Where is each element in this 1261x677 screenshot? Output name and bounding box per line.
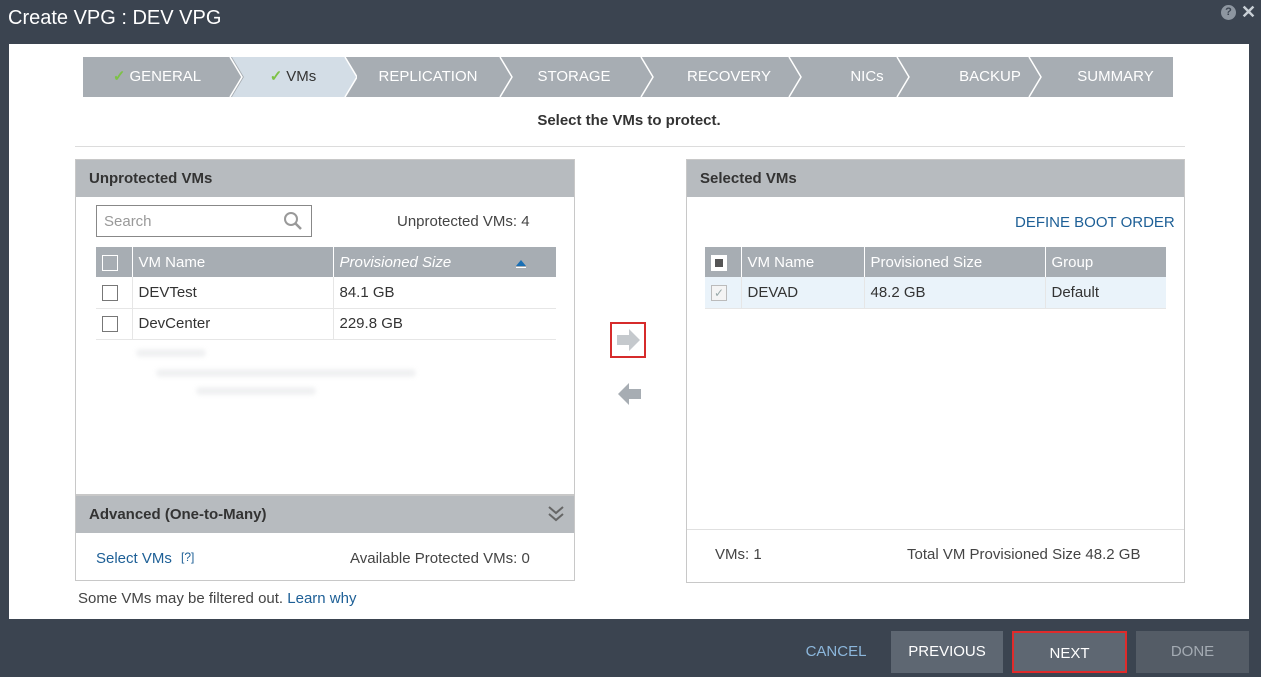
- step-separator: [891, 57, 913, 97]
- select-all-checkbox[interactable]: [711, 254, 727, 271]
- instruction-text: Select the VMs to protect.: [537, 112, 721, 129]
- selected-vms-title: Selected VMs: [687, 160, 1184, 197]
- unprotected-vms-title: Unprotected VMs: [76, 160, 574, 197]
- column-vm-name[interactable]: VM Name: [741, 247, 865, 277]
- step-separator: [222, 57, 244, 97]
- filtered-note: Some VMs may be filtered out. Learn why: [78, 590, 357, 607]
- step-vms[interactable]: ✓ VMs: [243, 57, 343, 97]
- search-input[interactable]: Search: [96, 205, 312, 237]
- vm-name-cell: DEVTest: [132, 277, 334, 309]
- selected-vms-table: VM Name Provisioned Size Group ✓ DEVAD 4…: [705, 247, 1166, 309]
- check-icon: ✓: [269, 68, 283, 85]
- obscured-rows: [96, 345, 536, 405]
- step-replication[interactable]: REPLICATION: [358, 57, 498, 97]
- unprotected-count: Unprotected VMs: 4: [397, 213, 530, 230]
- available-protected-count: Available Protected VMs: 0: [350, 550, 530, 567]
- select-all-checkbox-cell[interactable]: [96, 247, 133, 277]
- done-button[interactable]: DONE: [1136, 631, 1249, 673]
- total-provisioned-size: Total VM Provisioned Size 48.2 GB: [907, 546, 1141, 563]
- vm-size-cell: 229.8 GB: [333, 308, 556, 340]
- row-checkbox-cell[interactable]: [96, 308, 133, 340]
- wizard-content: ✓ GENERAL ✓ VMs REPLICATION STORAGE RECOVE…: [9, 44, 1249, 619]
- remove-vm-button[interactable]: [614, 378, 650, 414]
- row-checkbox[interactable]: [102, 316, 118, 333]
- step-storage[interactable]: STORAGE: [513, 57, 635, 97]
- selected-vms-panel: Selected VMs DEFINE BOOT ORDER VM Name P…: [686, 159, 1185, 583]
- column-provisioned-size[interactable]: Provisioned Size: [333, 247, 556, 277]
- help-link[interactable]: [?]: [181, 550, 194, 564]
- close-icon[interactable]: ✕: [1241, 2, 1256, 22]
- next-button[interactable]: NEXT: [1012, 631, 1127, 673]
- column-vm-name[interactable]: VM Name: [132, 247, 334, 277]
- row-checkbox-cell[interactable]: [96, 277, 133, 309]
- row-checkbox-checked[interactable]: ✓: [711, 284, 727, 301]
- vm-size-cell: 84.1 GB: [333, 277, 556, 309]
- table-row[interactable]: DEVTest 84.1 GB: [96, 277, 556, 309]
- unprotected-vms-panel: Unprotected VMs Search Unprotected VMs: …: [75, 159, 575, 495]
- table-header: VM Name Provisioned Size: [96, 247, 556, 277]
- advanced-panel: Advanced (One-to-Many) Select VMs [?] Av…: [75, 495, 575, 581]
- cancel-button[interactable]: CANCEL: [791, 631, 881, 673]
- vm-group-cell: Default: [1045, 277, 1166, 309]
- search-icon[interactable]: [283, 211, 303, 231]
- add-vm-button[interactable]: [610, 322, 646, 358]
- vm-size-cell: 48.2 GB: [864, 277, 1046, 309]
- step-summary[interactable]: SUMMARY: [1058, 57, 1173, 97]
- step-recovery[interactable]: RECOVERY: [655, 57, 803, 97]
- step-separator: [494, 57, 516, 97]
- row-checkbox-cell[interactable]: ✓: [705, 277, 742, 309]
- select-all-checkbox-cell[interactable]: [705, 247, 742, 277]
- step-separator: [335, 57, 357, 97]
- column-group[interactable]: Group: [1045, 247, 1166, 277]
- select-vms-link[interactable]: Select VMs: [96, 550, 172, 567]
- arrow-left-icon: [618, 383, 641, 405]
- search-placeholder: Search: [104, 213, 152, 230]
- step-separator: [1023, 57, 1045, 97]
- step-general[interactable]: ✓ GENERAL: [83, 57, 231, 97]
- title-bar: Create VPG : DEV VPG ? ✕: [0, 0, 1261, 40]
- window-title: Create VPG : DEV VPG: [8, 7, 222, 29]
- check-icon: ✓: [112, 68, 126, 85]
- column-provisioned-size[interactable]: Provisioned Size: [864, 247, 1046, 277]
- arrow-right-icon: [617, 329, 640, 351]
- vms-count: VMs: 1: [715, 546, 762, 563]
- previous-button[interactable]: PREVIOUS: [891, 631, 1003, 673]
- step-separator: [635, 57, 657, 97]
- vm-name-cell: DEVAD: [741, 277, 865, 309]
- wizard-steps: ✓ GENERAL ✓ VMs REPLICATION STORAGE RECOVE…: [83, 57, 1173, 97]
- table-row[interactable]: ✓ DEVAD 48.2 GB Default: [705, 277, 1166, 309]
- vm-name-cell: DevCenter: [132, 308, 334, 340]
- define-boot-order-link[interactable]: DEFINE BOOT ORDER: [1015, 214, 1175, 231]
- help-icon[interactable]: ?: [1221, 5, 1236, 20]
- sort-ascending-icon: [516, 259, 526, 268]
- divider: [75, 146, 1185, 147]
- select-all-checkbox[interactable]: [102, 254, 118, 271]
- expand-double-chevron-icon[interactable]: [548, 505, 564, 523]
- row-checkbox[interactable]: [102, 284, 118, 301]
- table-row[interactable]: DevCenter 229.8 GB: [96, 308, 556, 340]
- table-header: VM Name Provisioned Size Group: [705, 247, 1166, 277]
- learn-why-link[interactable]: Learn why: [287, 590, 356, 607]
- unprotected-vms-table: VM Name Provisioned Size DEVTest 84.1 GB…: [96, 247, 556, 340]
- advanced-title: Advanced (One-to-Many): [76, 496, 574, 533]
- selected-vms-footer: VMs: 1 Total VM Provisioned Size 48.2 GB: [687, 529, 1184, 582]
- step-separator: [783, 57, 805, 97]
